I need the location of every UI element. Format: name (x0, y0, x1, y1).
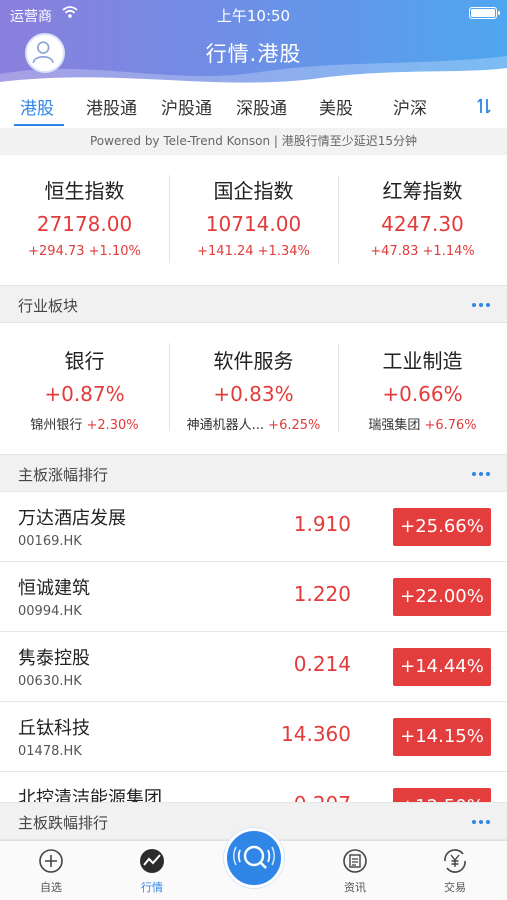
stock-name: 北控清洁能源集团 (18, 788, 162, 802)
stock-change-badge: +22.00% (393, 578, 491, 616)
nav-news[interactable]: 资讯 (320, 845, 390, 895)
gainers-section-header[interactable]: 主板涨幅排行 (0, 454, 507, 492)
index-name: 国企指数 (213, 179, 294, 203)
stock-code: 00630.HK (18, 674, 82, 689)
news-icon (343, 849, 367, 873)
nav-watchlist[interactable]: 自选 (16, 845, 86, 895)
tab-sh-connect[interactable]: 沪股通 (161, 94, 212, 119)
nav-label: 自选 (40, 881, 62, 894)
leader-name: 锦州银行 (30, 418, 83, 433)
section-title: 主板跌幅排行 (18, 814, 109, 832)
stock-code: 00169.HK (18, 534, 82, 549)
index-change: +294.73 +1.10% (28, 244, 141, 259)
stock-price: 14.360 (281, 722, 351, 746)
sector-leader: 瑞强集团 +6.76% (338, 414, 507, 433)
index-card-hscei[interactable]: 国企指数 10714.00 +141.24 +1.34% (169, 175, 338, 259)
index-value: 4247.30 (381, 212, 464, 236)
index-name: 恒生指数 (44, 179, 125, 203)
tab-sz-connect[interactable]: 深股通 (236, 94, 287, 119)
index-change: +141.24 +1.34% (197, 244, 310, 259)
more-dots-icon[interactable] (471, 471, 491, 477)
index-value: 27178.00 (36, 212, 133, 236)
data-source-note: Powered by Tele-Trend Konson | 港股行情至少延迟1… (0, 128, 507, 155)
status-bar: 运营商 上午10:50 (0, 4, 507, 25)
app-header: 运营商 上午10:50 行情.港股 (0, 0, 507, 92)
leader-name: 瑞强集团 (368, 418, 421, 433)
add-circle-icon (39, 849, 63, 873)
leader-change: +6.25% (268, 418, 321, 433)
leader-change: +6.76% (424, 418, 477, 433)
stock-change-badge: +14.15% (393, 718, 491, 756)
index-name: 红筹指数 (382, 179, 463, 203)
stock-code: 01478.HK (18, 744, 82, 759)
battery-icon (469, 7, 500, 19)
market-tabs: 港股 港股通 沪股通 深股通 美股 沪深 (0, 92, 507, 128)
page-title: 行情.港股 (205, 42, 302, 66)
stock-row[interactable]: 丘钛科技 01478.HK 14.360 +14.15% (0, 702, 507, 772)
sector-card-bank[interactable]: 银行 +0.87% 锦州银行 +2.30% (0, 345, 169, 433)
yen-trade-icon (444, 849, 466, 873)
nav-market[interactable]: 行情 (117, 845, 187, 895)
stock-price: 1.910 (293, 512, 351, 536)
section-title: 主板涨幅排行 (18, 466, 109, 484)
index-value: 10714.00 (205, 212, 302, 236)
nav-label: 资讯 (344, 881, 366, 894)
sector-cards: 银行 +0.87% 锦州银行 +2.30% 软件服务 +0.83% 神通机器人.… (0, 323, 507, 453)
tab-hk[interactable]: 港股 (20, 94, 54, 119)
tab-shsz[interactable]: 沪深 (393, 94, 427, 119)
index-card-hsi[interactable]: 恒生指数 27178.00 +294.73 +1.10% (0, 175, 169, 259)
sector-leader: 神通机器人... +6.25% (169, 414, 338, 433)
index-cards: 恒生指数 27178.00 +294.73 +1.10% 国企指数 10714.… (0, 155, 507, 285)
sector-name: 软件服务 (213, 349, 294, 373)
section-title: 行业板块 (18, 297, 79, 315)
search-radar-icon (233, 845, 275, 869)
stock-code: 00994.HK (18, 604, 82, 619)
more-dots-icon[interactable] (471, 302, 491, 308)
stock-row[interactable]: 万达酒店发展 00169.HK 1.910 +25.66% (0, 492, 507, 562)
leader-change: +2.30% (86, 418, 139, 433)
index-change: +47.83 +1.14% (370, 244, 475, 259)
stock-price: 0.214 (293, 652, 351, 676)
sector-name: 工业制造 (382, 349, 463, 373)
nav-trade[interactable]: 交易 (420, 845, 490, 895)
center-search-button[interactable] (224, 828, 284, 888)
nav-label: 交易 (444, 881, 466, 894)
tab-hk-connect[interactable]: 港股通 (86, 94, 137, 119)
stock-price: 0.207 (294, 792, 351, 802)
sector-name: 银行 (64, 349, 105, 373)
stock-name: 万达酒店发展 (18, 508, 126, 529)
stock-name: 丘钛科技 (18, 718, 90, 739)
stock-change-badge: +25.66% (393, 508, 491, 546)
leader-name: 神通机器人... (186, 418, 265, 433)
stock-row[interactable]: 北控清洁能源集团 0.207 +12.50% (0, 772, 507, 802)
stock-change-badge: +14.44% (393, 648, 491, 686)
stock-row[interactable]: 恒诚建筑 00994.HK 1.220 +22.00% (0, 562, 507, 632)
stock-row[interactable]: 隽泰控股 00630.HK 0.214 +14.44% (0, 632, 507, 702)
tab-us[interactable]: 美股 (319, 94, 353, 119)
stock-change-badge: +12.50% (393, 788, 491, 802)
sort-icon[interactable] (473, 95, 495, 117)
index-card-hscci[interactable]: 红筹指数 4247.30 +47.83 +1.14% (338, 175, 507, 259)
nav-label: 行情 (141, 881, 163, 894)
stock-name: 恒诚建筑 (18, 578, 90, 599)
sector-change: +0.87% (44, 382, 125, 406)
sector-change: +0.83% (213, 382, 294, 406)
chart-trend-icon (140, 849, 164, 873)
sector-card-industrial[interactable]: 工业制造 +0.66% 瑞强集团 +6.76% (338, 345, 507, 433)
sector-section-header[interactable]: 行业板块 (0, 285, 507, 323)
active-tab-indicator (14, 124, 64, 126)
sector-change: +0.66% (382, 382, 463, 406)
sector-card-software[interactable]: 软件服务 +0.83% 神通机器人... +6.25% (169, 345, 338, 433)
stock-name: 隽泰控股 (18, 648, 90, 669)
status-time: 上午10:50 (216, 7, 291, 25)
more-dots-icon[interactable] (471, 819, 491, 825)
stock-price: 1.220 (293, 582, 351, 606)
sector-leader: 锦州银行 +2.30% (0, 414, 169, 433)
